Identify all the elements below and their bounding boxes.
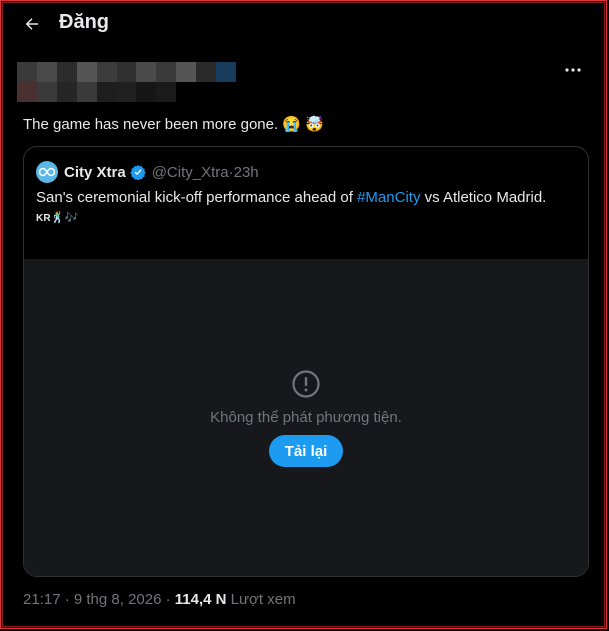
quote-handle[interactable]: @City_Xtra [152, 164, 229, 181]
post-footer: 21:17 · 9 thg 8, 2026 · 114,4 N Lượt xem [23, 591, 296, 608]
quote-time[interactable]: 23h [234, 164, 259, 181]
header: Đăng [0, 0, 609, 48]
quote-text: San's ceremonial kick-off performance ah… [36, 188, 546, 208]
author-info-redacted [17, 62, 236, 102]
quote-author-name[interactable]: City Xtra [64, 164, 126, 181]
post-text-content: The game has never been more gone. [23, 116, 279, 133]
quote-text-before: San's ceremonial kick-off performance ah… [36, 189, 358, 206]
media-placeholder: Không thể phát phương tiện. Tải lại [24, 259, 588, 576]
post-timestamp[interactable]: 21:17 · 9 thg 8, 2026 · [23, 591, 175, 608]
quote-emoji-line: KR🕺🎶 [36, 211, 78, 224]
more-options-button[interactable] [562, 60, 584, 80]
quoted-post[interactable]: City Xtra @City_Xtra · 23h San's ceremon… [23, 146, 589, 577]
city-xtra-logo-icon [39, 167, 55, 177]
quote-hashtag-link[interactable]: #ManCity [357, 189, 420, 206]
views-label: Lượt xem [226, 591, 296, 608]
media-error-message: Không thể phát phương tiện. [210, 409, 402, 426]
quote-avatar[interactable] [36, 161, 58, 183]
post-emoji: 😭 🤯 [282, 116, 324, 133]
post-text: The game has never been more gone. 😭 🤯 [23, 115, 324, 133]
views-count[interactable]: 114,4 N [175, 591, 227, 608]
quote-text-after: vs Atletico Madrid. [420, 189, 547, 206]
back-button[interactable] [18, 10, 46, 38]
quote-header: City Xtra @City_Xtra · 23h [36, 161, 259, 183]
verified-badge-icon [129, 165, 146, 180]
retry-button[interactable]: Tải lại [269, 435, 343, 467]
alert-circle-icon [292, 370, 320, 398]
quote-emoji-rest: 🕺🎶 [50, 212, 79, 224]
more-horizontal-icon [565, 68, 581, 72]
page-title: Đăng [59, 11, 109, 33]
arrow-left-icon [25, 18, 38, 30]
quote-emoji-prefix: KR [36, 213, 51, 224]
